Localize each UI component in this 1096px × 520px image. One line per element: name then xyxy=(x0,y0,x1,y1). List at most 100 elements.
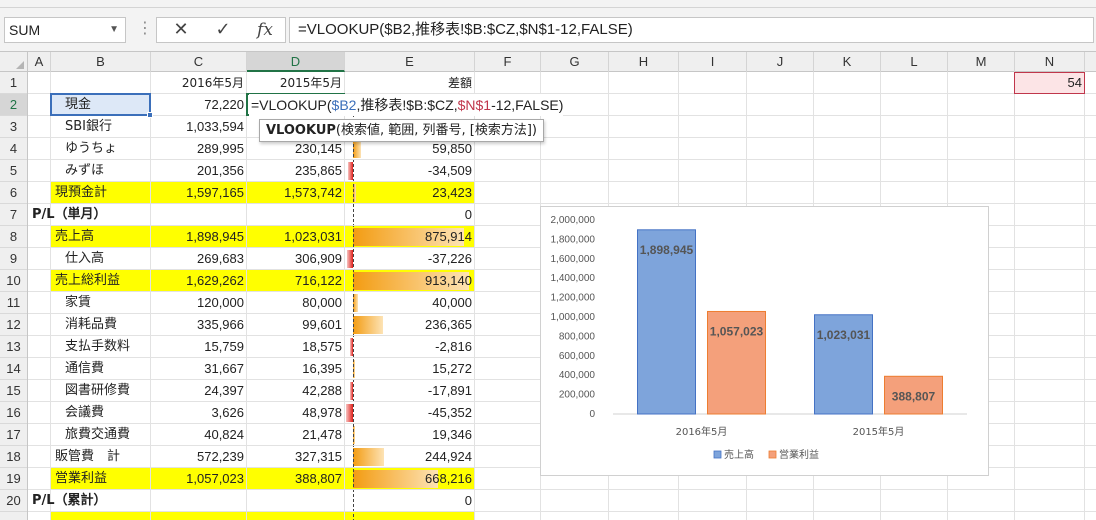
row-label[interactable]: 現預金計 xyxy=(51,182,151,204)
row-header-14[interactable]: 14 xyxy=(0,358,27,380)
cell-previous[interactable]: 306,909 xyxy=(247,248,345,270)
cell-previous[interactable]: 18,575 xyxy=(247,336,345,358)
cell-difference[interactable]: 40,000 xyxy=(345,292,475,314)
cell-difference[interactable]: -2,816 xyxy=(345,336,475,358)
row-label[interactable]: 販管費 計 xyxy=(51,446,151,468)
cell-previous[interactable]: 716,122 xyxy=(247,270,345,292)
column-header-j[interactable]: J xyxy=(747,52,814,72)
row-header-9[interactable]: 9 xyxy=(0,248,27,270)
row-header-20[interactable]: 20 xyxy=(0,490,27,512)
row-label[interactable]: ゆうちょ xyxy=(51,138,151,160)
cell-previous[interactable]: 99,601 xyxy=(247,314,345,336)
cell-current[interactable]: 24,397 xyxy=(151,380,247,402)
cell-difference[interactable]: 913,140 xyxy=(345,270,475,292)
column-header-k[interactable]: K xyxy=(814,52,881,72)
cell-n1-value[interactable]: 54 xyxy=(1015,72,1085,94)
cell-current[interactable]: 269,683 xyxy=(151,248,247,270)
cell-current[interactable]: 15,759 xyxy=(151,336,247,358)
row-header-6[interactable]: 6 xyxy=(0,182,27,204)
cell-previous[interactable]: 1,023,031 xyxy=(247,226,345,248)
formula-input[interactable]: =VLOOKUP($B2,推移表!$B:$CZ,$N$1-12,FALSE) xyxy=(289,17,1094,43)
cell-difference[interactable]: -17,891 xyxy=(345,380,475,402)
row-header-15[interactable]: 15 xyxy=(0,380,27,402)
cell-previous[interactable]: 235,865 xyxy=(247,160,345,182)
row-header-17[interactable]: 17 xyxy=(0,424,27,446)
cell-difference[interactable]: 236,365 xyxy=(345,314,475,336)
cell-current[interactable]: 72,220 xyxy=(151,94,247,116)
column-header-c[interactable]: C xyxy=(151,52,247,72)
cell-current[interactable]: 1,033,594 xyxy=(151,116,247,138)
column-header-n[interactable]: N xyxy=(1015,52,1085,72)
row-label[interactable]: 通信費 xyxy=(51,358,151,380)
row-header-10[interactable]: 10 xyxy=(0,270,27,292)
cell-previous[interactable]: 16,395 xyxy=(247,358,345,380)
row-header-5[interactable]: 5 xyxy=(0,160,27,182)
column-header-g[interactable]: G xyxy=(541,52,609,72)
row-label[interactable]: 現金 xyxy=(51,94,151,116)
cell-previous[interactable]: 327,315 xyxy=(247,446,345,468)
column-header-i[interactable]: I xyxy=(679,52,747,72)
row-label[interactable]: 売上総利益 xyxy=(51,270,151,292)
cell-formula-text[interactable]: =VLOOKUP($B2,推移表!$B:$CZ,$N$1-12,FALSE) xyxy=(249,94,564,116)
row-label[interactable]: 仕入高 xyxy=(51,248,151,270)
cell-difference[interactable]: 668,216 xyxy=(345,468,475,490)
cell-difference[interactable]: -37,226 xyxy=(345,248,475,270)
row-header-13[interactable]: 13 xyxy=(0,336,27,358)
cell-current[interactable]: 1,898,945 xyxy=(151,226,247,248)
cell-current[interactable] xyxy=(151,490,247,512)
formula-bar-grip-icon[interactable]: ⋮ xyxy=(137,18,153,37)
cell-difference[interactable]: 875,914 xyxy=(345,226,475,248)
x-icon[interactable]: ✕ xyxy=(163,18,199,42)
row-label[interactable]: 家賃 xyxy=(51,292,151,314)
column-header-h[interactable]: H xyxy=(609,52,679,72)
cell-difference[interactable]: 23,423 xyxy=(345,182,475,204)
row-label[interactable]: 消耗品費 xyxy=(51,314,151,336)
row-label[interactable]: 支払手数料 xyxy=(51,336,151,358)
cell-previous[interactable]: 21,478 xyxy=(247,424,345,446)
column-header-d[interactable]: D xyxy=(247,52,345,72)
row-header-8[interactable]: 8 xyxy=(0,226,27,248)
cell-current[interactable]: 40,824 xyxy=(151,424,247,446)
cell-previous[interactable]: 1,573,742 xyxy=(247,182,345,204)
column-header-b[interactable]: B xyxy=(51,52,151,72)
row-header-2[interactable]: 2 xyxy=(0,94,27,116)
row-header-16[interactable]: 16 xyxy=(0,402,27,424)
row-header-18[interactable]: 18 xyxy=(0,446,27,468)
cell-current[interactable]: 31,667 xyxy=(151,358,247,380)
row-label[interactable]: みずほ xyxy=(51,160,151,182)
row-header-1[interactable]: 1 xyxy=(0,72,27,94)
cell-current[interactable]: 3,626 xyxy=(151,402,247,424)
column-header-a[interactable]: A xyxy=(28,52,51,72)
bar-chart[interactable]: 0 200,000 400,000 600,000 800,000 1,000,000 1,… xyxy=(540,206,989,476)
fx-icon[interactable]: fx xyxy=(247,18,283,42)
cell-difference[interactable]: 15,272 xyxy=(345,358,475,380)
cell-difference[interactable]: 0 xyxy=(345,490,475,512)
chevron-down-icon[interactable]: ▼ xyxy=(109,18,119,42)
cell-current[interactable]: 572,239 xyxy=(151,446,247,468)
row-header-11[interactable]: 11 xyxy=(0,292,27,314)
column-label-2016[interactable]: 2016年5月 xyxy=(151,72,247,94)
cell-difference[interactable]: 0 xyxy=(345,204,475,226)
cell-difference[interactable]: -34,509 xyxy=(345,160,475,182)
row-label[interactable]: 会議費 xyxy=(51,402,151,424)
cell-current[interactable]: 201,356 xyxy=(151,160,247,182)
column-header-m[interactable]: M xyxy=(948,52,1015,72)
select-all-corner[interactable] xyxy=(0,52,28,72)
cell-current[interactable]: 1,057,023 xyxy=(151,468,247,490)
cell-difference[interactable]: -45,352 xyxy=(345,402,475,424)
row-label[interactable]: 旅費交通費 xyxy=(51,424,151,446)
cell-current[interactable] xyxy=(151,204,247,226)
row-label[interactable]: 売上高 xyxy=(51,226,151,248)
row-label[interactable]: 図書研修費 xyxy=(51,380,151,402)
cell-current[interactable]: 335,966 xyxy=(151,314,247,336)
cell-current[interactable]: 289,995 xyxy=(151,138,247,160)
row-label[interactable]: SBI銀行 xyxy=(51,116,151,138)
row-header-3[interactable]: 3 xyxy=(0,116,27,138)
cell-current[interactable]: 120,000 xyxy=(151,292,247,314)
cell-current[interactable]: 1,629,262 xyxy=(151,270,247,292)
cell-difference[interactable]: 19,346 xyxy=(345,424,475,446)
row-header-4[interactable]: 4 xyxy=(0,138,27,160)
cell-previous[interactable]: 388,807 xyxy=(247,468,345,490)
cell-current[interactable]: 1,597,165 xyxy=(151,182,247,204)
column-label-2015[interactable]: 2015年5月 xyxy=(247,72,345,94)
